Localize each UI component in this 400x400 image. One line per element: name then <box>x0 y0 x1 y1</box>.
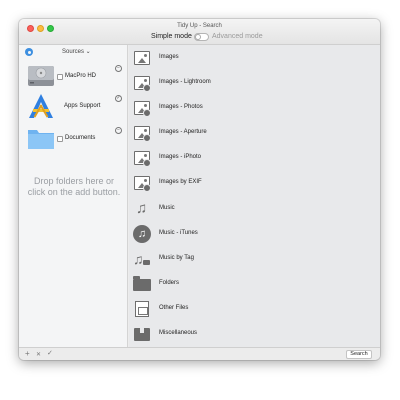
box-icon <box>133 325 151 343</box>
category-label: Images - Lightroom <box>159 79 211 85</box>
advanced-mode-label[interactable]: Advanced mode <box>212 33 263 40</box>
minus-circle-icon[interactable]: − <box>115 127 122 134</box>
app-window: Tidy Up - Search Simple mode Advanced mo… <box>19 19 380 360</box>
music-note-icon: ♫ <box>136 200 148 217</box>
category-folders[interactable]: Folders <box>129 273 380 295</box>
category-label: Images - Photos <box>159 104 203 110</box>
sources-sidebar: Sources ⌄ MacPro HD − Apps Support ✓ Doc… <box>19 45 128 347</box>
source-item-apps-support[interactable]: Apps Support ✓ <box>19 92 128 126</box>
source-item-macpro-hd[interactable]: MacPro HD − <box>19 62 128 96</box>
source-name: MacPro HD <box>65 73 97 79</box>
source-name: Documents <box>65 135 96 141</box>
image-exif-icon <box>133 174 151 192</box>
image-photos-icon <box>133 99 151 117</box>
music-tag-icon: ♫ <box>133 250 151 268</box>
hard-drive-icon <box>28 66 54 86</box>
category-label: Images by EXIF <box>159 179 202 185</box>
check-circle-icon[interactable]: ✓ <box>115 95 122 102</box>
image-lightroom-icon <box>133 74 151 92</box>
category-music[interactable]: ♫ Music <box>129 198 380 220</box>
confirm-button[interactable]: ✓ <box>47 349 53 359</box>
category-images-by-exif[interactable]: Images by EXIF <box>129 172 380 194</box>
title-bar: Tidy Up - Search Simple mode Advanced mo… <box>19 19 380 45</box>
category-images[interactable]: Images <box>129 47 380 69</box>
folder-icon <box>28 130 54 149</box>
category-label: Images - iPhoto <box>159 154 202 160</box>
category-label: Other Files <box>159 305 189 311</box>
minus-circle-icon[interactable]: − <box>115 65 122 72</box>
category-images-iphoto[interactable]: Images - iPhoto <box>129 147 380 169</box>
source-item-documents[interactable]: Documents − <box>19 124 128 158</box>
applications-folder-icon <box>29 94 53 118</box>
category-label: Music by Tag <box>159 255 194 261</box>
category-label: Images - Aperture <box>159 129 207 135</box>
category-other-files[interactable]: Other Files <box>129 298 380 320</box>
bottom-toolbar: + ✕ ✓ Search <box>19 347 380 360</box>
category-label: Miscellaneous <box>159 330 198 336</box>
category-images-lightroom[interactable]: Images - Lightroom <box>129 72 380 94</box>
toggle-knob <box>195 34 201 40</box>
remove-source-button[interactable]: ✕ <box>36 350 41 360</box>
gear-icon[interactable] <box>25 48 33 56</box>
category-music-by-tag[interactable]: ♫ Music by Tag <box>129 248 380 270</box>
category-images-photos[interactable]: Images - Photos <box>129 97 380 119</box>
search-categories-list: Images Images - Lightroom Images - Photo… <box>129 45 380 347</box>
source-name: Apps Support <box>64 103 101 109</box>
search-button[interactable]: Search <box>346 350 372 359</box>
image-aperture-icon <box>133 124 151 142</box>
sources-menu[interactable]: Sources ⌄ <box>62 48 91 55</box>
drop-folders-hint: Drop folders here or click on the add bu… <box>27 176 121 197</box>
music-itunes-icon: ♫ <box>133 225 151 243</box>
mode-toggle[interactable] <box>194 33 209 41</box>
window-title: Tidy Up - Search <box>177 23 222 29</box>
category-label: Music <box>159 205 175 211</box>
image-iphoto-icon <box>133 149 151 167</box>
source-checkbox[interactable] <box>57 74 63 80</box>
file-icon <box>133 300 151 318</box>
category-music-itunes[interactable]: ♫ Music - iTunes <box>129 223 380 245</box>
category-miscellaneous[interactable]: Miscellaneous <box>129 323 380 345</box>
category-label: Images <box>159 54 179 60</box>
category-label: Folders <box>159 280 180 286</box>
category-images-aperture[interactable]: Images - Aperture <box>129 122 380 144</box>
add-source-button[interactable]: + <box>25 349 30 359</box>
image-icon <box>133 49 151 67</box>
folder-icon <box>133 275 151 293</box>
source-checkbox[interactable] <box>57 136 63 142</box>
mode-switch-row: Simple mode Advanced mode <box>19 32 380 43</box>
simple-mode-label[interactable]: Simple mode <box>151 33 192 40</box>
category-label: Music - iTunes <box>159 230 198 236</box>
